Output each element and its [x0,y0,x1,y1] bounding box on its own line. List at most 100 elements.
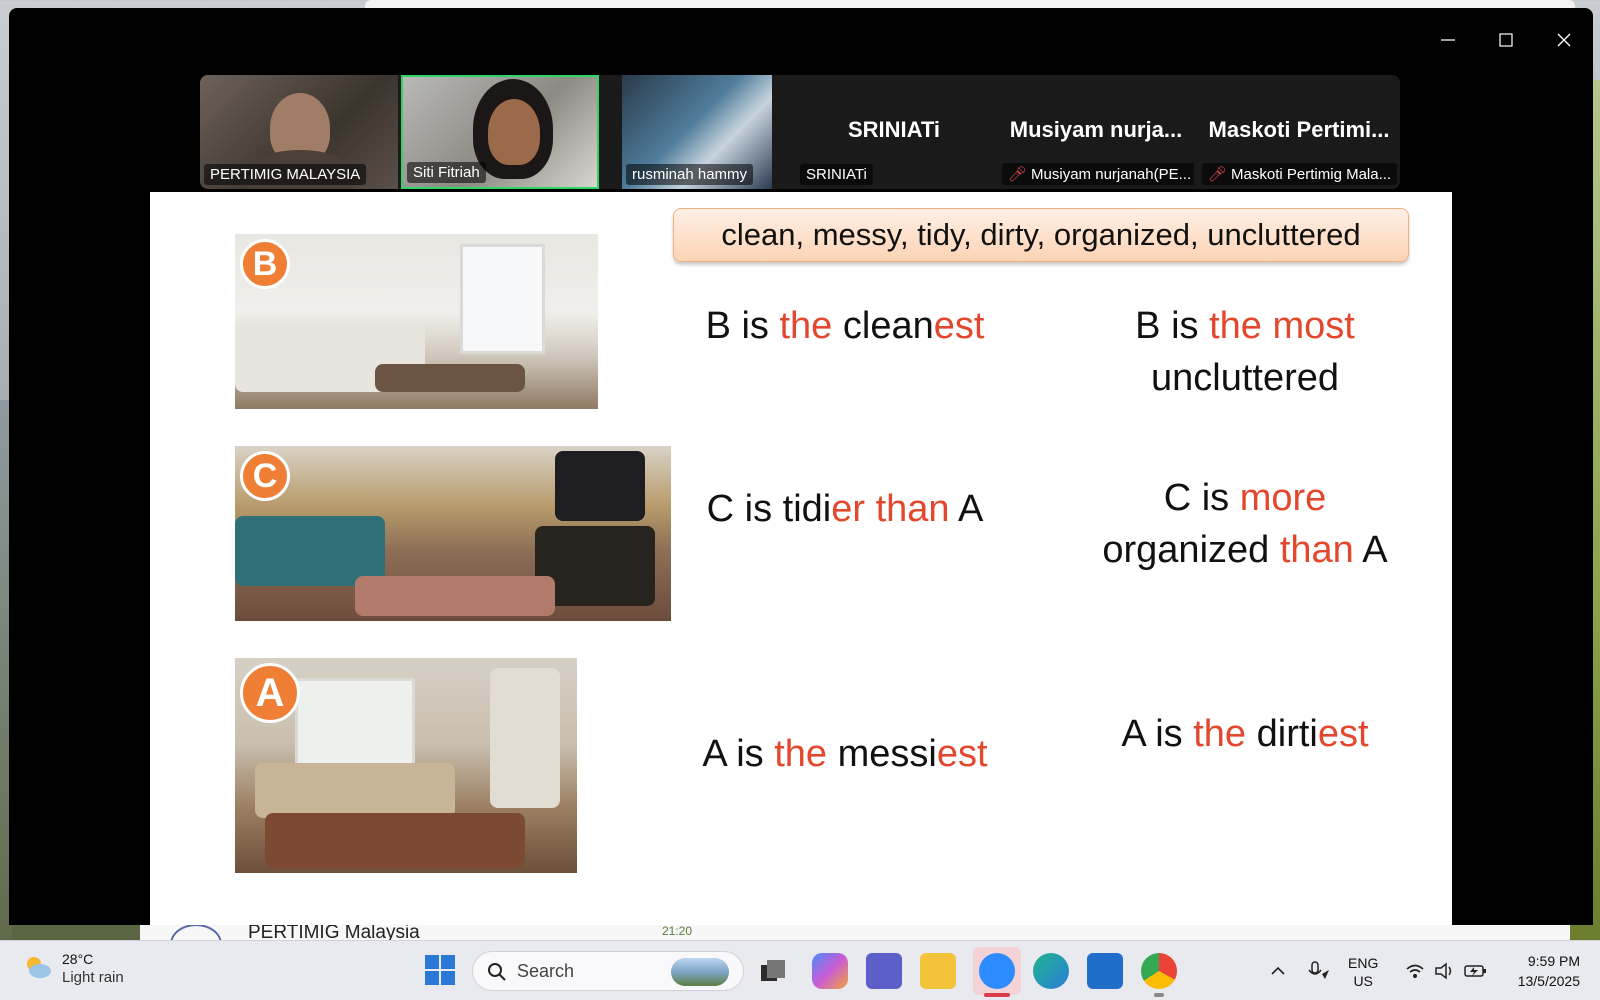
zoom-icon[interactable] [979,953,1015,989]
sentence-c-more: C is more organized than A [1080,472,1410,576]
chrome-icon[interactable] [1141,953,1177,989]
sofa-shape [255,763,455,818]
sentence-a-superlative: A is the messiest [670,728,1020,780]
minimize-icon [1441,39,1455,41]
window-shape [295,678,415,768]
participant-video-face [488,99,540,165]
participant-tile-pertimig[interactable]: PERTIMIG MALAYSIA [200,75,398,189]
text-part: A is [702,733,775,775]
rug-shape [355,576,555,616]
sentence-b-most: B is the most uncluttered [1080,300,1410,404]
highlight-part: est [933,305,985,347]
language-region: US [1353,973,1373,989]
weather-widget[interactable]: 28°C Light rain [22,949,124,986]
participant-display-name: Musiyam nurja... [1009,117,1183,142]
participant-name: Maskoti Pertimig Mala... [1231,165,1392,183]
system-tray [1270,941,1286,1000]
participant-tile-musiyam[interactable]: Musiyam nurja... 🎤︎ Musiyam nurjanah(PE.… [998,75,1194,189]
window-shape [460,244,545,354]
text-part: clean [832,305,934,347]
weather-temp: 28°C [62,951,94,967]
highlight-part: est [936,733,988,775]
store-icon[interactable] [1087,953,1123,989]
chevron-up-icon[interactable] [1270,963,1286,979]
participant-tile-rusminah[interactable]: rusminah hammy [622,75,772,189]
participant-tile-maskoti[interactable]: Maskoti Pertimi... 🎤︎ Maskoti Pertimig M… [1198,75,1400,189]
clock-time: 9:59 PM [1527,953,1580,969]
sentence-b-superlative: B is the cleanest [680,300,1010,352]
taskbar-search[interactable]: Search [472,951,744,991]
sentence-c-comparative: C is tidier than A [670,483,1020,535]
highlight-part: more [1239,477,1327,519]
badge-c: C [240,451,290,501]
close-button[interactable] [1535,8,1593,72]
teams-icon[interactable] [866,953,902,989]
task-view-icon[interactable] [755,953,791,989]
highlight-part: est [1317,713,1369,755]
text-part: C is tidi [706,488,832,530]
badge-b: B [240,239,290,289]
participant-display-name: Maskoti Pertimi... [1208,117,1390,142]
text-part: C is [1163,477,1240,519]
edge-icon[interactable] [1033,953,1069,989]
maximize-icon [1499,33,1513,47]
maximize-button[interactable] [1477,8,1535,72]
text-part: A [949,488,984,530]
participant-name: rusminah hammy [626,164,754,185]
wifi-icon[interactable] [1405,962,1425,980]
highlight-part: the [1193,713,1247,755]
participant-name: PERTIMIG MALAYSIA [204,164,367,185]
highlight-part: er than [831,488,950,530]
bookshelf-shape [490,668,560,808]
volume-icon[interactable] [1434,962,1456,980]
battery-charging-icon[interactable] [1464,963,1488,979]
participant-tile-sriniati[interactable]: SRINIATi SRINIATi [796,75,992,189]
language-code: ENG [1348,955,1379,971]
muted-mic-icon: 🎤︎ [1208,166,1228,183]
start-button[interactable] [425,955,455,990]
participant-name: Musiyam nurjanah(PE... [1031,165,1192,183]
room-photo-c: C [235,446,671,621]
participant-name-tag: 🎤︎ Musiyam nurjanah(PE... [1002,163,1194,185]
taskbar-clock[interactable]: 9:59 PM 13/5/2025 [1500,951,1580,991]
participant-name-tag: 🎤︎ Maskoti Pertimig Mala... [1202,163,1398,185]
participant-tile-siti[interactable]: Siti Fitriah [401,75,599,189]
taskbar: 28°C Light rain Search ENG US 9:59 PM 13… [0,940,1600,1000]
participant-name: Siti Fitriah [407,162,486,183]
text-part: organized [1102,529,1280,571]
clock-date: 13/5/2025 [1517,973,1580,989]
tray-wifi [1405,941,1425,1000]
highlight-part: than [1279,529,1354,571]
text-part: A is [1121,713,1194,755]
badge-a: A [240,663,300,723]
file-explorer-icon[interactable] [920,953,956,989]
close-icon [1557,33,1571,47]
zoom-running-indicator [984,993,1010,997]
language-indicator[interactable]: ENG US [1348,954,1378,990]
shared-slide: clean, messy, tidy, dirty, organized, un… [150,192,1452,925]
tray-volume [1434,941,1456,1000]
minimize-button[interactable] [1419,8,1477,72]
text-part: uncluttered [1150,357,1339,399]
text-part: A [1353,529,1388,571]
text-part: dirti [1246,713,1318,755]
muted-mic-icon: 🎤︎ [1008,166,1028,183]
highlight-part: the [779,305,833,347]
search-placeholder: Search [517,960,575,981]
text-part: B is [705,305,780,347]
word-bank: clean, messy, tidy, dirty, organized, un… [673,208,1409,262]
microphone-location-icon[interactable] [1306,960,1330,982]
text-part: messi [827,733,937,775]
weather-condition: Light rain [62,969,124,986]
zoom-meeting-window: PERTIMIG MALAYSIA Siti Fitriah rusminah … [9,8,1593,925]
participant-name: SRINIATi [800,164,873,185]
tray-mic [1306,941,1330,1000]
participant-strip: PERTIMIG MALAYSIA Siti Fitriah rusminah … [200,75,1400,189]
room-photo-b: B [235,234,598,409]
windows-logo-icon [425,955,455,985]
sentence-a-dirtiest: A is the dirtiest [1080,708,1410,760]
table-shape [375,364,525,392]
copilot-icon[interactable] [812,953,848,989]
chrome-running-indicator [1154,993,1164,997]
task-view-glyph [761,960,785,981]
